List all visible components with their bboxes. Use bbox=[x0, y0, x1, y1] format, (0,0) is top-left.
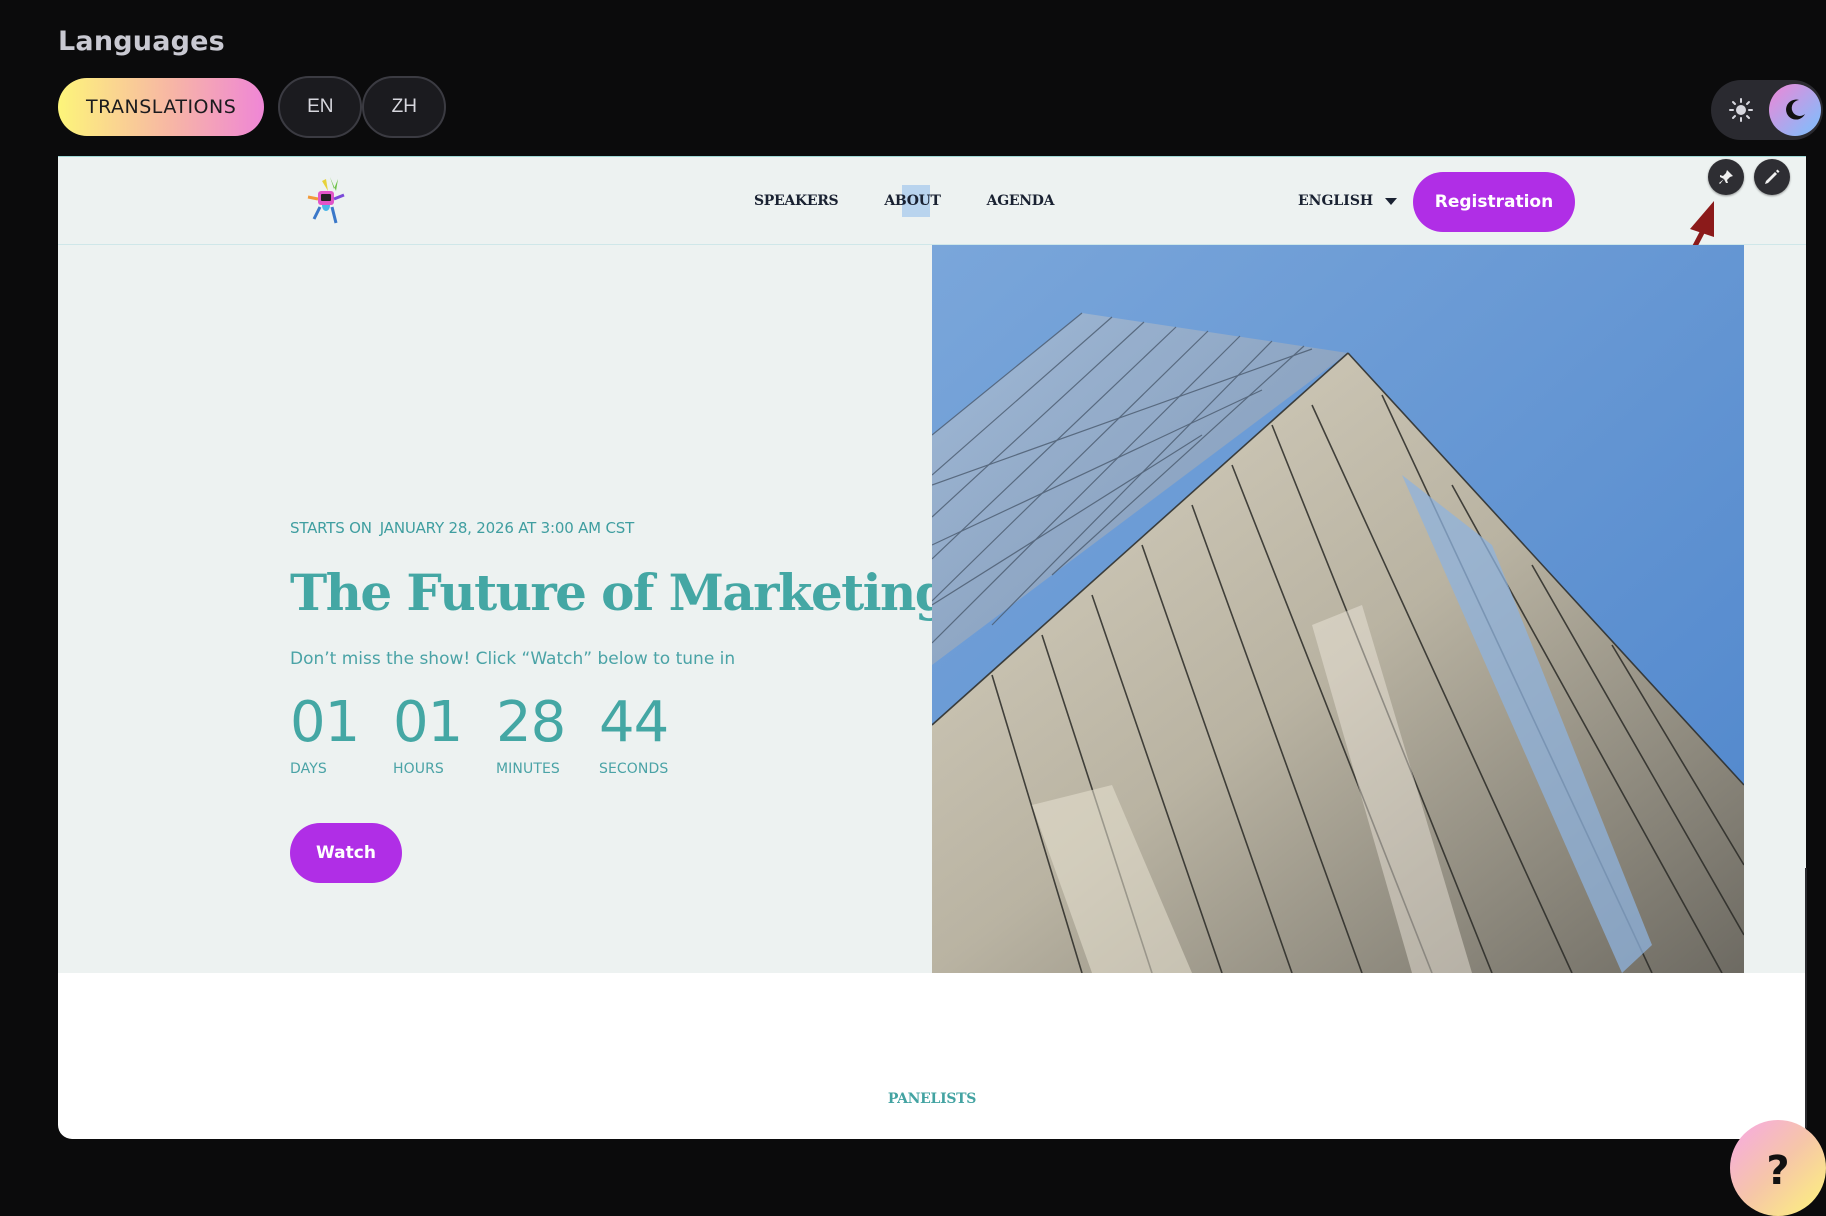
hero-section: STARTS ON JANUARY 28, 2026 AT 3:00 AM CS… bbox=[58, 245, 950, 973]
countdown-minutes: 28 MINUTES bbox=[496, 690, 599, 778]
pencil-icon[interactable] bbox=[1754, 159, 1790, 195]
language-pill-en[interactable]: EN bbox=[278, 76, 363, 138]
nav-link-speakers[interactable]: SPEAKERS bbox=[754, 193, 839, 209]
theme-toggle[interactable] bbox=[1711, 80, 1823, 140]
site-logo-icon[interactable] bbox=[304, 175, 348, 229]
countdown-label: HOURS bbox=[393, 761, 444, 777]
countdown-value: 44 bbox=[599, 690, 669, 755]
nav-link-about[interactable]: ABOUT bbox=[884, 185, 941, 217]
countdown-label: DAYS bbox=[290, 761, 327, 777]
languages-heading: Languages bbox=[58, 26, 225, 57]
watch-button[interactable]: Watch bbox=[290, 823, 402, 883]
countdown-label: MINUTES bbox=[496, 761, 560, 777]
language-pills: TRANSLATIONS EN ZH bbox=[58, 76, 447, 138]
pin-icon[interactable] bbox=[1708, 159, 1744, 195]
moon-icon[interactable] bbox=[1769, 84, 1821, 136]
caret-down-icon bbox=[1385, 197, 1398, 205]
help-button[interactable]: ? bbox=[1730, 1120, 1826, 1216]
site-navbar: SPEAKERS ABOUT AGENDA ENGLISH Registrati… bbox=[58, 157, 1806, 312]
countdown-label: SECONDS bbox=[599, 761, 669, 777]
countdown: 01 DAYS 01 HOURS 28 MINUTES 44 SECONDS bbox=[290, 690, 702, 778]
starts-on-value: JANUARY 28, 2026 AT 3:00 AM CST bbox=[379, 519, 635, 537]
countdown-days: 01 DAYS bbox=[290, 690, 393, 778]
sun-icon[interactable] bbox=[1715, 84, 1767, 136]
hero-building-image bbox=[932, 245, 1744, 973]
countdown-value: 01 bbox=[290, 690, 360, 755]
language-select-value: ENGLISH bbox=[1298, 193, 1374, 209]
starts-on-label: STARTS ON bbox=[290, 519, 372, 537]
countdown-value: 28 bbox=[496, 690, 566, 755]
edit-tools bbox=[1708, 159, 1790, 195]
countdown-value: 01 bbox=[393, 690, 463, 755]
countdown-seconds: 44 SECONDS bbox=[599, 690, 702, 778]
translations-button[interactable]: TRANSLATIONS bbox=[58, 78, 265, 136]
countdown-hours: 01 HOURS bbox=[393, 690, 496, 778]
hero-title: The Future of Marketing bbox=[290, 563, 950, 622]
starts-on: STARTS ON JANUARY 28, 2026 AT 3:00 AM CS… bbox=[290, 519, 634, 537]
preview-scrollbar[interactable] bbox=[1805, 868, 1807, 1128]
language-select[interactable]: ENGLISH bbox=[1298, 193, 1398, 209]
hero-right-margin bbox=[1744, 245, 1806, 973]
panelists-heading: PANELISTS bbox=[887, 1091, 977, 1107]
language-pill-zh[interactable]: ZH bbox=[362, 76, 447, 138]
site-nav-links: SPEAKERS ABOUT AGENDA bbox=[754, 185, 1055, 217]
registration-button[interactable]: Registration bbox=[1413, 172, 1575, 232]
site-preview: SPEAKERS ABOUT AGENDA ENGLISH Registrati… bbox=[58, 156, 1806, 1139]
nav-link-agenda[interactable]: AGENDA bbox=[987, 193, 1055, 209]
hero-subtitle: Don’t miss the show! Click “Watch” below… bbox=[290, 649, 736, 669]
